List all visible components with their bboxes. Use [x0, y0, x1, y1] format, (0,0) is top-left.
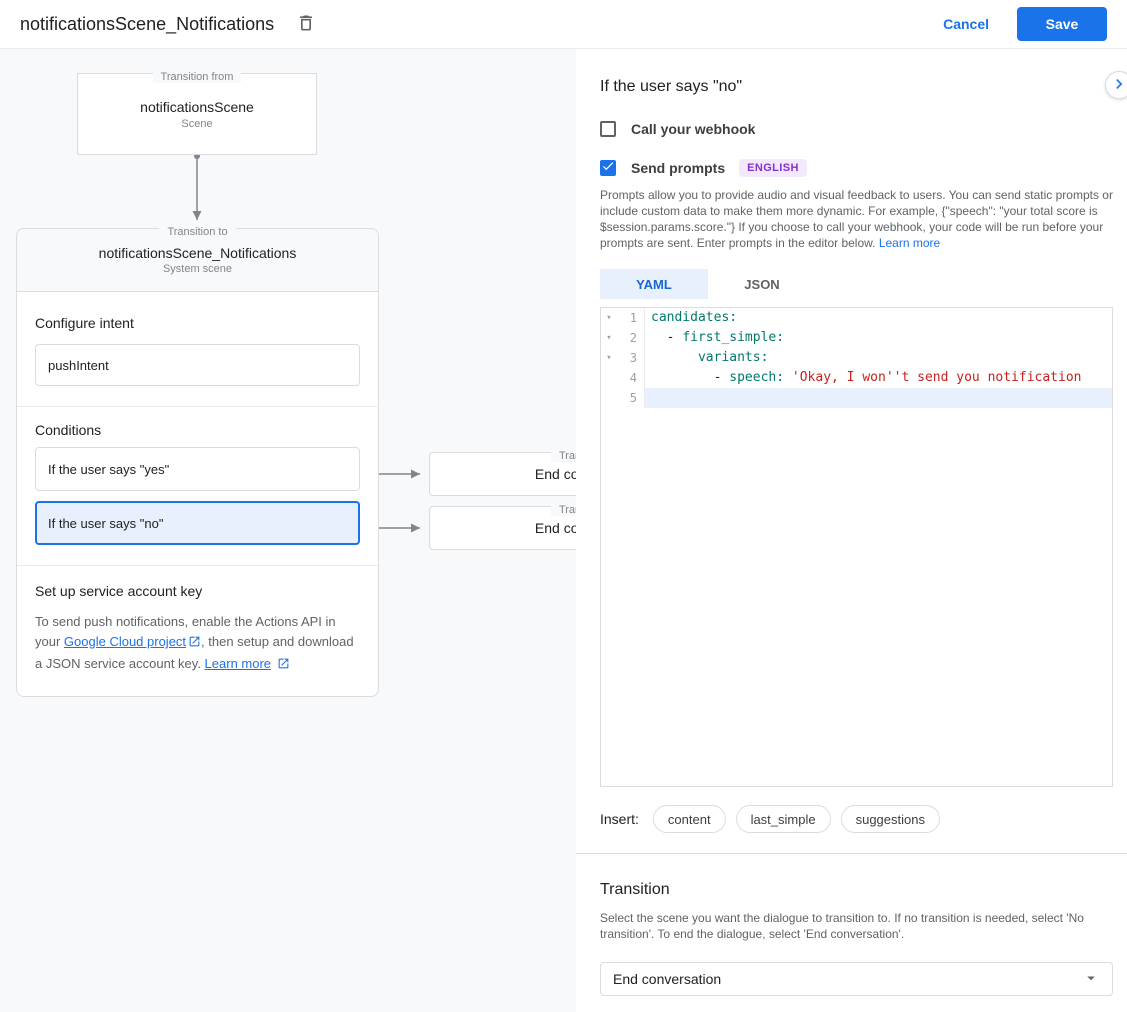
transition-section: Transition Select the scene you want the…: [576, 880, 1127, 996]
scene-card-subtitle: System scene: [17, 263, 378, 275]
code-line[interactable]: candidates:: [645, 308, 1112, 328]
check-icon: [601, 159, 615, 178]
line-number: 4: [617, 368, 644, 388]
editor-gutter: 4: [601, 368, 645, 388]
transition-description: Select the scene you want the dialogue t…: [600, 910, 1113, 942]
send-prompts-checkbox-label: Send prompts: [631, 160, 725, 176]
configure-intent-heading: Configure intent: [35, 314, 360, 332]
insert-last-simple-chip[interactable]: last_simple: [736, 805, 831, 833]
end-conversation-node-1[interactable]: Transition to End conversation: [429, 452, 576, 496]
service-key-text: To send push notifications, enable the A…: [35, 612, 360, 676]
scene-diagram-canvas[interactable]: Transition from notificationsScene Scene…: [0, 49, 576, 1012]
prompts-section: If the user says "no" Call your webhook …: [576, 77, 1127, 833]
collapse-panel-button[interactable]: [1105, 71, 1127, 99]
editor-gutter: ▾1: [601, 308, 645, 328]
end-node-1-label: End conversation: [535, 466, 576, 482]
fold-toggle-icon[interactable]: ▾: [601, 308, 617, 328]
google-cloud-project-link[interactable]: Google Cloud project: [64, 634, 186, 649]
service-key-heading: Set up service account key: [35, 582, 360, 600]
open-in-new-icon[interactable]: [277, 656, 290, 676]
dropdown-caret-icon: [1082, 969, 1100, 990]
editor-gutter: ▾3: [601, 348, 645, 368]
learn-more-link[interactable]: Learn more: [205, 656, 271, 671]
editor-line[interactable]: ▾2 - first_simple:: [601, 328, 1112, 348]
scene-card[interactable]: Transition to notificationsScene_Notific…: [16, 228, 379, 697]
scene-card-header: notificationsScene_Notifications System …: [17, 229, 378, 292]
scene-card-body: Configure intent pushIntent Conditions I…: [17, 314, 378, 696]
editor-gutter: 5: [601, 388, 645, 408]
end-node-1-badge: Transition to: [430, 446, 576, 464]
from-node-title: notificationsScene: [140, 99, 254, 115]
cancel-button[interactable]: Cancel: [943, 16, 989, 32]
conditions-heading: Conditions: [35, 421, 360, 439]
code-line[interactable]: - speech: 'Okay, I won''t send you notif…: [645, 368, 1112, 388]
from-scene-node[interactable]: Transition from notificationsScene Scene: [77, 73, 317, 155]
scene-card-title: notificationsScene_Notifications: [17, 245, 378, 261]
card-divider: [17, 565, 378, 566]
transition-selected-value: End conversation: [613, 971, 1082, 987]
editor-format-tabs: YAML JSON: [600, 269, 1113, 299]
webhook-checkbox[interactable]: [600, 121, 616, 137]
top-bar: notificationsScene_Notifications Cancel …: [0, 0, 1127, 49]
prompt-code-editor[interactable]: ▾1 candidates: ▾2 - first_simple: ▾3 var…: [600, 307, 1113, 787]
chevron-right-icon: [1109, 74, 1127, 97]
from-node-subtitle: Scene: [181, 118, 212, 130]
insert-row: Insert: content last_simple suggestions: [600, 805, 1113, 833]
condition-detail-panel: If the user says "no" Call your webhook …: [576, 49, 1127, 1012]
line-number: 1: [617, 308, 644, 328]
insert-suggestions-chip[interactable]: suggestions: [841, 805, 940, 833]
send-prompts-checkbox[interactable]: [600, 160, 616, 176]
code-line[interactable]: variants:: [645, 348, 1112, 368]
open-in-new-icon[interactable]: [188, 634, 201, 654]
editor-line[interactable]: ▾1 candidates:: [601, 308, 1112, 328]
intent-item[interactable]: pushIntent: [35, 344, 360, 386]
prompts-learn-more-link[interactable]: Learn more: [879, 236, 940, 250]
editor-line[interactable]: ▾3 variants:: [601, 348, 1112, 368]
editor-gutter: ▾2: [601, 328, 645, 348]
send-prompts-checkbox-row[interactable]: Send prompts ENGLISH: [600, 159, 1113, 177]
section-divider: [576, 853, 1127, 854]
editor-empty-area[interactable]: [601, 408, 1112, 786]
from-node-badge: Transition from: [78, 67, 316, 85]
delete-scene-button[interactable]: [292, 10, 320, 38]
transition-select[interactable]: End conversation: [600, 962, 1113, 996]
code-line[interactable]: [645, 388, 1112, 408]
end-node-2-label: End conversation: [535, 520, 576, 536]
line-number: 2: [617, 328, 644, 348]
condition-item-yes[interactable]: If the user says "yes": [35, 447, 360, 491]
insert-content-chip[interactable]: content: [653, 805, 726, 833]
tab-json[interactable]: JSON: [708, 269, 816, 299]
tab-yaml[interactable]: YAML: [600, 269, 708, 299]
code-line[interactable]: - first_simple:: [645, 328, 1112, 348]
card-divider: [17, 406, 378, 407]
language-badge: ENGLISH: [739, 159, 807, 177]
end-conversation-node-2[interactable]: Transition to End conversation: [429, 506, 576, 550]
page-title: notificationsScene_Notifications: [20, 14, 274, 35]
webhook-checkbox-label: Call your webhook: [631, 121, 755, 137]
save-button[interactable]: Save: [1017, 7, 1107, 41]
line-number: 3: [617, 348, 644, 368]
fold-toggle-icon[interactable]: ▾: [601, 328, 617, 348]
condition-item-no[interactable]: If the user says "no": [35, 501, 360, 545]
transition-heading: Transition: [600, 880, 1113, 900]
insert-label: Insert:: [600, 811, 639, 827]
line-number: 5: [617, 388, 644, 408]
panel-title: If the user says "no": [600, 77, 1113, 97]
webhook-checkbox-row[interactable]: Call your webhook: [600, 121, 1113, 137]
fold-toggle-icon[interactable]: ▾: [601, 348, 617, 368]
editor-line-active[interactable]: 5: [601, 388, 1112, 408]
editor-line[interactable]: 4 - speech: 'Okay, I won''t send you not…: [601, 368, 1112, 388]
end-node-2-badge: Transition to: [430, 500, 576, 518]
trash-icon: [296, 13, 316, 36]
prompts-description: Prompts allow you to provide audio and v…: [600, 187, 1113, 251]
